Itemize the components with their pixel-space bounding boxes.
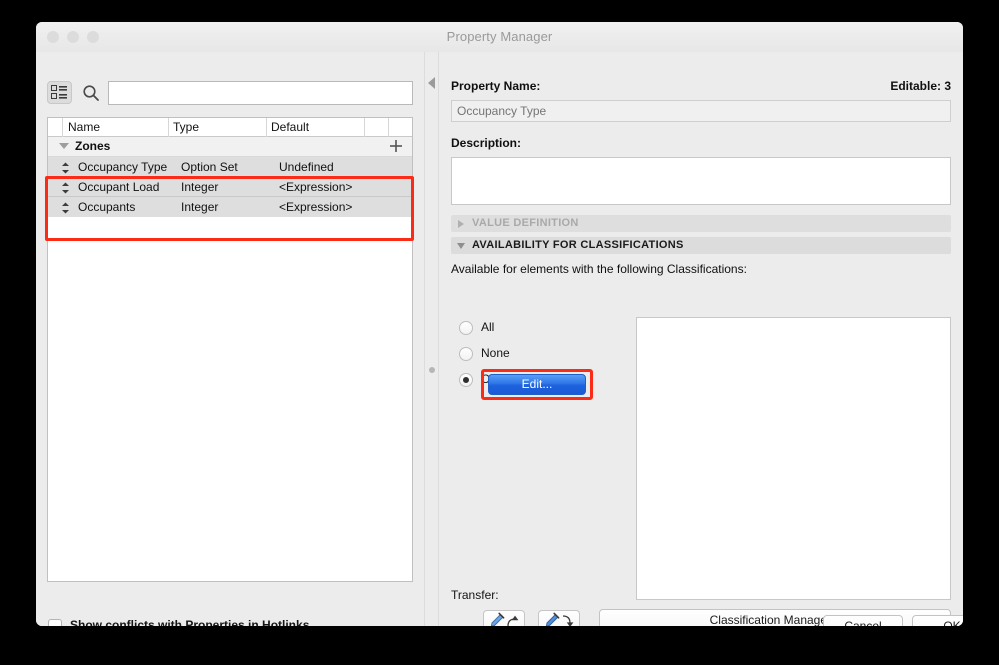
section-header-availability[interactable]: AVAILABILITY FOR CLASSIFICATIONS <box>451 237 951 254</box>
splitter-dot-icon[interactable] <box>429 367 435 373</box>
search-glyph <box>83 85 99 101</box>
drag-handle-glyph <box>62 182 69 194</box>
properties-table: Name Type Default Zones Occupancy Type O… <box>47 117 413 582</box>
column-divider[interactable] <box>168 118 169 137</box>
list-view-glyph <box>51 85 67 99</box>
properties-left-panel: Name Type Default Zones Occupancy Type O… <box>36 52 424 626</box>
chevron-down-icon[interactable] <box>457 243 465 249</box>
availability-intro-label: Available for elements with the followin… <box>451 262 747 276</box>
classifications-list[interactable] <box>636 317 951 600</box>
drag-handle-icon[interactable] <box>61 201 70 214</box>
list-toolbar <box>47 81 413 107</box>
cell-name: Occupants <box>78 200 136 214</box>
chevron-down-icon[interactable] <box>59 143 69 149</box>
description-label: Description: <box>451 136 522 150</box>
table-group-row-zones[interactable]: Zones <box>48 137 412 157</box>
column-divider[interactable] <box>364 118 365 137</box>
column-divider[interactable] <box>62 118 63 137</box>
transfer-label: Transfer: <box>451 588 499 602</box>
eyedropper-inject-icon[interactable] <box>538 610 580 626</box>
property-name-label: Property Name: <box>451 79 541 93</box>
radio-all-indicator[interactable] <box>459 321 473 335</box>
screen: Property Manager Name Type Default Zones… <box>0 0 999 665</box>
section-title-value-definition: VALUE DEFINITION <box>472 217 579 229</box>
show-conflicts-label: Show conflicts with Properties in Hotlin… <box>70 618 310 626</box>
eyedropper-pickup-glyph <box>490 612 519 626</box>
cell-name: Occupant Load <box>78 180 160 194</box>
cell-default: <Expression> <box>279 180 353 194</box>
show-conflicts-checkbox[interactable] <box>48 619 62 626</box>
column-divider[interactable] <box>388 118 389 137</box>
radio-none-indicator[interactable] <box>459 347 473 361</box>
cancel-button[interactable]: Cancel <box>823 615 903 626</box>
search-input[interactable] <box>108 81 413 105</box>
search-icon[interactable] <box>81 83 101 103</box>
plus-glyph <box>390 140 402 152</box>
radio-all-label: All <box>481 320 495 334</box>
property-manager-window: Property Manager Name Type Default Zones… <box>36 22 963 626</box>
drag-handle-glyph <box>62 162 69 174</box>
table-body: Occupancy Type Option Set Undefined Occu… <box>48 157 412 217</box>
eyedropper-pickup-icon[interactable] <box>483 610 525 626</box>
window-title: Property Manager <box>446 29 553 44</box>
panel-splitter[interactable] <box>424 52 439 626</box>
description-textarea[interactable] <box>451 157 951 205</box>
editable-count-label: Editable: 3 <box>890 79 951 93</box>
drag-handle-icon[interactable] <box>61 181 70 194</box>
list-view-icon[interactable] <box>47 81 72 104</box>
table-row[interactable]: Occupancy Type Option Set Undefined <box>48 157 412 177</box>
radio-custom-indicator[interactable] <box>459 373 473 387</box>
property-details-panel: Property Name: Editable: 3 Description: … <box>439 52 963 626</box>
plus-icon[interactable] <box>389 139 403 153</box>
collapse-left-arrow-icon[interactable] <box>428 77 435 89</box>
group-label: Zones <box>75 139 111 153</box>
property-name-input[interactable] <box>451 100 951 122</box>
window-titlebar: Property Manager <box>36 22 963 53</box>
column-divider[interactable] <box>266 118 267 137</box>
column-header-name[interactable]: Name <box>68 120 100 134</box>
table-header-row: Name Type Default <box>48 118 412 137</box>
table-row[interactable]: Occupants Integer <Expression> <box>48 197 412 217</box>
cell-default: Undefined <box>279 160 334 174</box>
section-header-value-definition[interactable]: VALUE DEFINITION <box>451 215 951 232</box>
radio-none-label: None <box>481 346 510 360</box>
drag-handle-glyph <box>62 202 69 214</box>
cell-type: Option Set <box>181 160 238 174</box>
cell-name: Occupancy Type <box>78 160 168 174</box>
table-row[interactable]: Occupant Load Integer <Expression> <box>48 177 412 197</box>
column-header-type[interactable]: Type <box>173 120 199 134</box>
drag-handle-icon[interactable] <box>61 161 70 174</box>
eyedropper-inject-glyph <box>545 612 574 626</box>
cell-type: Integer <box>181 200 219 214</box>
ok-button[interactable]: OK <box>912 615 963 626</box>
cell-type: Integer <box>181 180 219 194</box>
chevron-right-icon[interactable] <box>458 220 464 228</box>
edit-classifications-button[interactable]: Edit... <box>488 374 586 395</box>
cell-default: <Expression> <box>279 200 353 214</box>
section-title-availability: AVAILABILITY FOR CLASSIFICATIONS <box>472 239 684 251</box>
column-header-default[interactable]: Default <box>271 120 309 134</box>
